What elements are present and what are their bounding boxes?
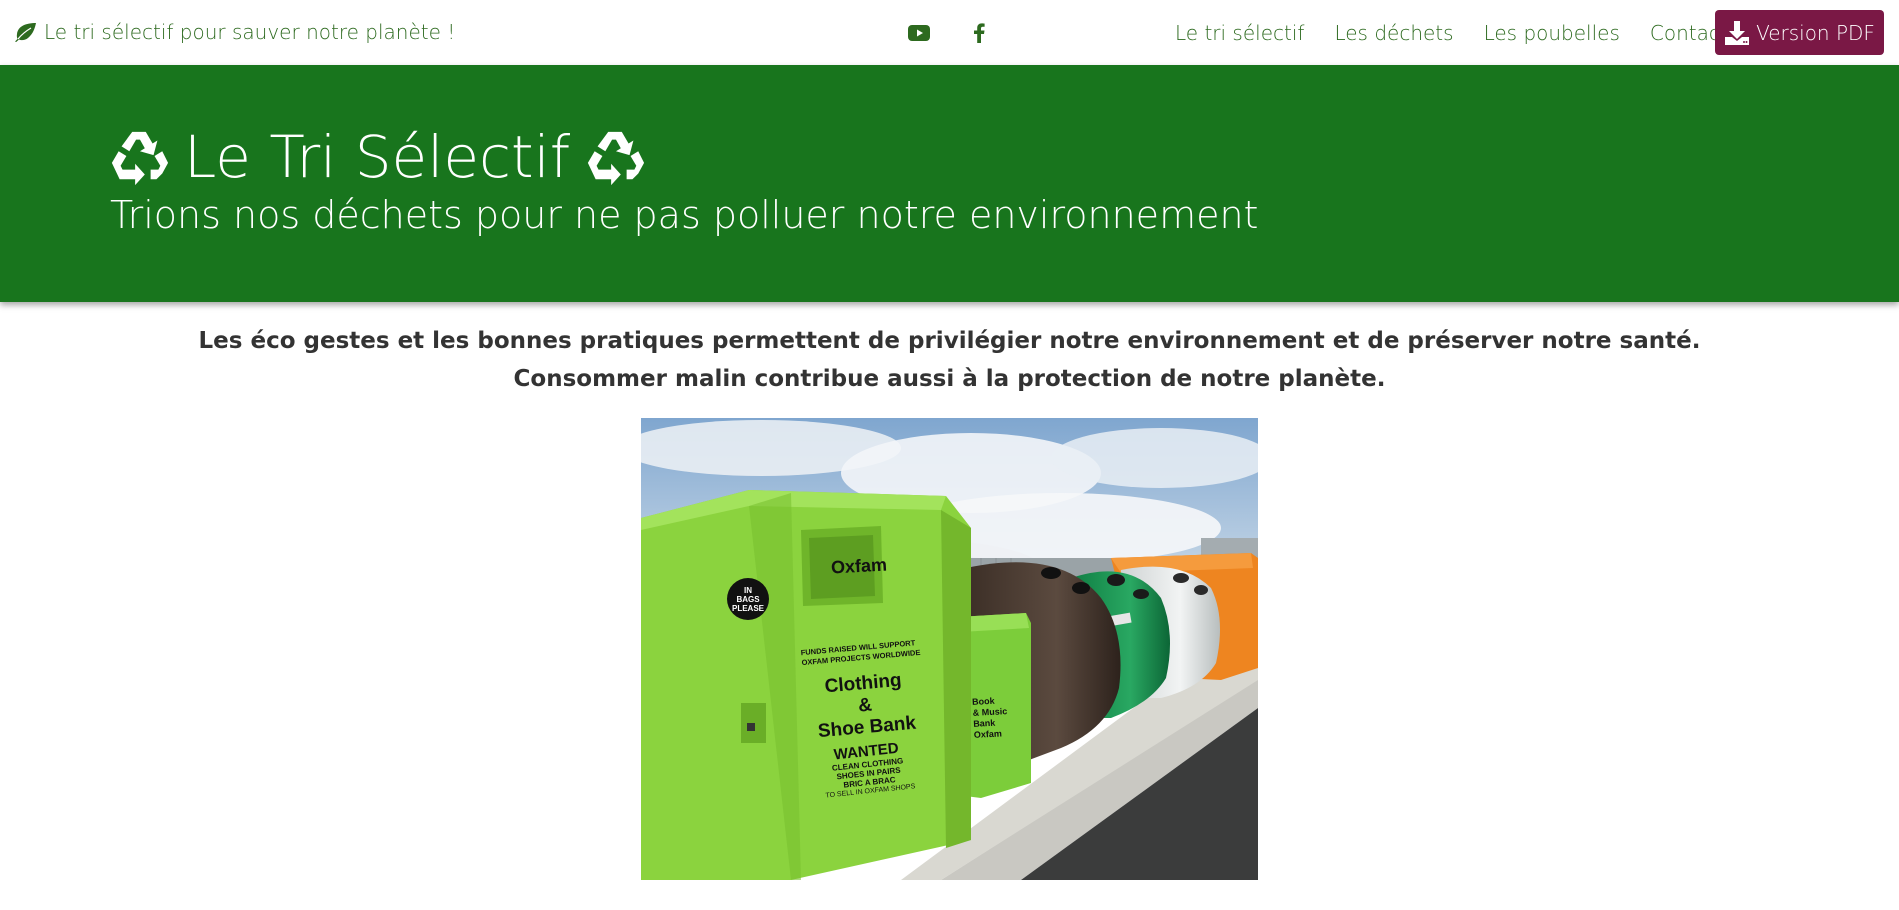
nav-link-tri-selectif[interactable]: Le tri sélectif bbox=[1160, 21, 1319, 45]
intro-line-2: Consommer malin contribue aussi à la pro… bbox=[513, 366, 1386, 392]
youtube-icon bbox=[908, 25, 930, 41]
bank-brand: Oxfam bbox=[830, 554, 888, 578]
navbar: Le tri sélectif pour sauver notre planèt… bbox=[0, 0, 1899, 65]
nav-links: Le tri sélectif Les déchets Les poubelle… bbox=[1160, 0, 1743, 65]
facebook-icon bbox=[974, 23, 985, 43]
nav-link-poubelles[interactable]: Les poubelles bbox=[1469, 21, 1635, 45]
intro-text: Les éco gestes et les bonnes pratiques p… bbox=[0, 322, 1899, 398]
nav-link-dechets[interactable]: Les déchets bbox=[1319, 21, 1468, 45]
facebook-link[interactable] bbox=[966, 20, 992, 46]
hero-banner: Le Tri Sélectif Trions nos déchets pour … bbox=[0, 65, 1899, 302]
download-icon bbox=[1725, 20, 1750, 45]
youtube-link[interactable] bbox=[906, 20, 932, 46]
leaf-icon bbox=[15, 23, 36, 42]
recycle-icon bbox=[111, 131, 169, 186]
recycling-bins-illustration bbox=[641, 418, 1258, 880]
wanted-text: WANTED CLEAN CLOTHING SHOES IN PAIRS BRI… bbox=[825, 739, 916, 800]
recycling-bins-photo: Oxfam IN BAGS PLEASE FUNDS RAISED WILL S… bbox=[641, 418, 1258, 880]
pdf-download-button[interactable]: Version PDF bbox=[1715, 10, 1884, 55]
recycle-icon bbox=[588, 131, 645, 186]
intro-line-1: Les éco gestes et les bonnes pratiques p… bbox=[198, 328, 1701, 354]
pdf-button-label: Version PDF bbox=[1756, 20, 1875, 45]
in-bags-badge: IN BAGS PLEASE bbox=[727, 578, 769, 620]
brand-text: Le tri sélectif pour sauver notre planèt… bbox=[44, 20, 456, 44]
hero-subtitle: Trions nos déchets pour ne pas polluer n… bbox=[110, 193, 1259, 237]
bank-title: Clothing & Shoe Bank bbox=[817, 669, 917, 743]
hero-title: Le Tri Sélectif bbox=[108, 123, 646, 191]
hero-title-text: Le Tri Sélectif bbox=[184, 123, 571, 191]
book-bank-text: Book & Music Bank Oxfam bbox=[971, 695, 1008, 740]
brand-link[interactable]: Le tri sélectif pour sauver notre planèt… bbox=[14, 20, 455, 44]
